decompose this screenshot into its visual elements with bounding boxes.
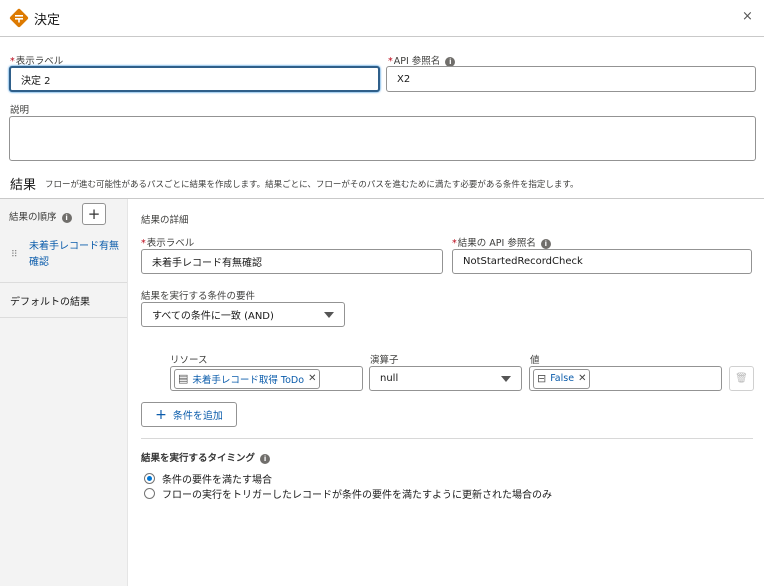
timing-option-met[interactable]: 条件の要件を満たす場合 (144, 471, 272, 486)
outcome-label-input[interactable]: 未着手レコード有無確認 (141, 249, 443, 274)
close-icon[interactable]: × (742, 9, 753, 24)
description-textarea[interactable] (9, 116, 756, 161)
option-label: フローの実行をトリガーしたレコードが条件の要件を満たすように更新された場合のみ (162, 490, 552, 501)
outcome-api-value: NotStartedRecordCheck (463, 256, 583, 267)
info-icon[interactable]: i (540, 238, 551, 249)
caret-down-icon (324, 311, 334, 318)
default-outcome-item[interactable]: デフォルトの結果 (0, 283, 127, 318)
add-condition-button[interactable]: + 条件を追加 (141, 402, 237, 427)
value-value: False (550, 373, 575, 384)
divider (0, 198, 764, 199)
operator-label: 演算子 (370, 355, 399, 366)
label-field-label: *表示ラベル (10, 56, 64, 67)
info-icon[interactable]: i (260, 453, 271, 464)
radio-selected[interactable] (144, 473, 155, 484)
modal-header: 決定 × (0, 0, 764, 37)
outcomes-description: フローが進む可能性があるパスごとに結果を作成します。結果ごとに、フローがそのパス… (45, 180, 579, 190)
option-label: 条件の要件を満たす場合 (162, 475, 272, 486)
info-icon[interactable]: i (61, 212, 72, 223)
divider (141, 438, 753, 439)
remove-icon[interactable]: ✕ (578, 373, 586, 384)
toggle-icon: ⊟ (537, 372, 547, 385)
outcome-item[interactable]: ⠿ 未着手レコード有無確認 (0, 230, 127, 283)
label-input[interactable]: 決定 2 (9, 66, 380, 92)
requirement-label: 結果を実行する条件の要件 (141, 291, 256, 302)
description-label: 説明 (10, 105, 30, 116)
clipboard-icon: ▤ (178, 372, 189, 385)
operator-select[interactable]: null (369, 366, 522, 391)
default-outcome-label: デフォルトの結果 (10, 297, 90, 308)
timing-heading: 結果を実行するタイミング i (141, 450, 271, 464)
outcome-item-label: 未着手レコード有無確認 (29, 241, 119, 268)
remove-icon[interactable]: ✕ (308, 373, 316, 384)
outcome-api-input[interactable]: NotStartedRecordCheck (452, 249, 752, 274)
timing-option-updated[interactable]: フローの実行をトリガーしたレコードが条件の要件を満たすように更新された場合のみ (144, 486, 552, 501)
operator-value: null (380, 373, 399, 384)
caret-down-icon (501, 375, 511, 382)
api-value: X2 (397, 73, 411, 85)
modal-title: 決定 (34, 13, 61, 28)
label-text: 表示ラベル (146, 238, 195, 249)
detail-heading: 結果の詳細 (141, 215, 189, 226)
info-icon[interactable]: i (445, 56, 456, 67)
add-condition-label: 条件を追加 (172, 411, 223, 422)
outcome-order-label: 結果の順序 i (9, 209, 72, 223)
radio-unselected[interactable] (144, 488, 155, 499)
drag-handle-icon[interactable]: ⠿ (11, 250, 18, 260)
plus-icon: + (155, 406, 167, 423)
outcomes-heading: 結果 (10, 178, 37, 193)
add-outcome-button[interactable]: + (82, 203, 106, 225)
requirement-select[interactable]: すべての条件に一致 (AND) (141, 302, 345, 327)
resource-label: リソース (170, 355, 208, 366)
trash-icon: 🗑 (735, 373, 748, 384)
outcome-label-label: *表示ラベル (141, 238, 195, 249)
api-name-input[interactable]: X2 (386, 66, 756, 92)
outcome-api-label: *結果の API 参照名 i (452, 235, 551, 249)
timing-heading-text: 結果を実行するタイミング (141, 453, 256, 464)
api-name-field-label: *API 参照名 i (388, 53, 456, 67)
value-label: 値 (530, 355, 540, 366)
api-label-text: 結果の API 参照名 (457, 238, 536, 249)
outcome-label-value: 未着手レコード有無確認 (152, 258, 262, 269)
resource-value: 未着手レコード取得 ToDo (192, 374, 305, 386)
resource-input[interactable]: ▤ 未着手レコード取得 ToDo ✕ (170, 366, 363, 391)
value-input[interactable]: ⊟ False ✕ (529, 366, 722, 391)
delete-condition-button[interactable]: 🗑 (729, 366, 754, 391)
label-value: 決定 2 (21, 75, 51, 87)
value-pill[interactable]: ⊟ False ✕ (533, 368, 591, 389)
decision-icon (9, 8, 29, 28)
resource-pill[interactable]: ▤ 未着手レコード取得 ToDo ✕ (174, 368, 321, 389)
order-label-text: 結果の順序 (9, 212, 57, 223)
requirement-value: すべての条件に一致 (AND) (152, 311, 274, 322)
